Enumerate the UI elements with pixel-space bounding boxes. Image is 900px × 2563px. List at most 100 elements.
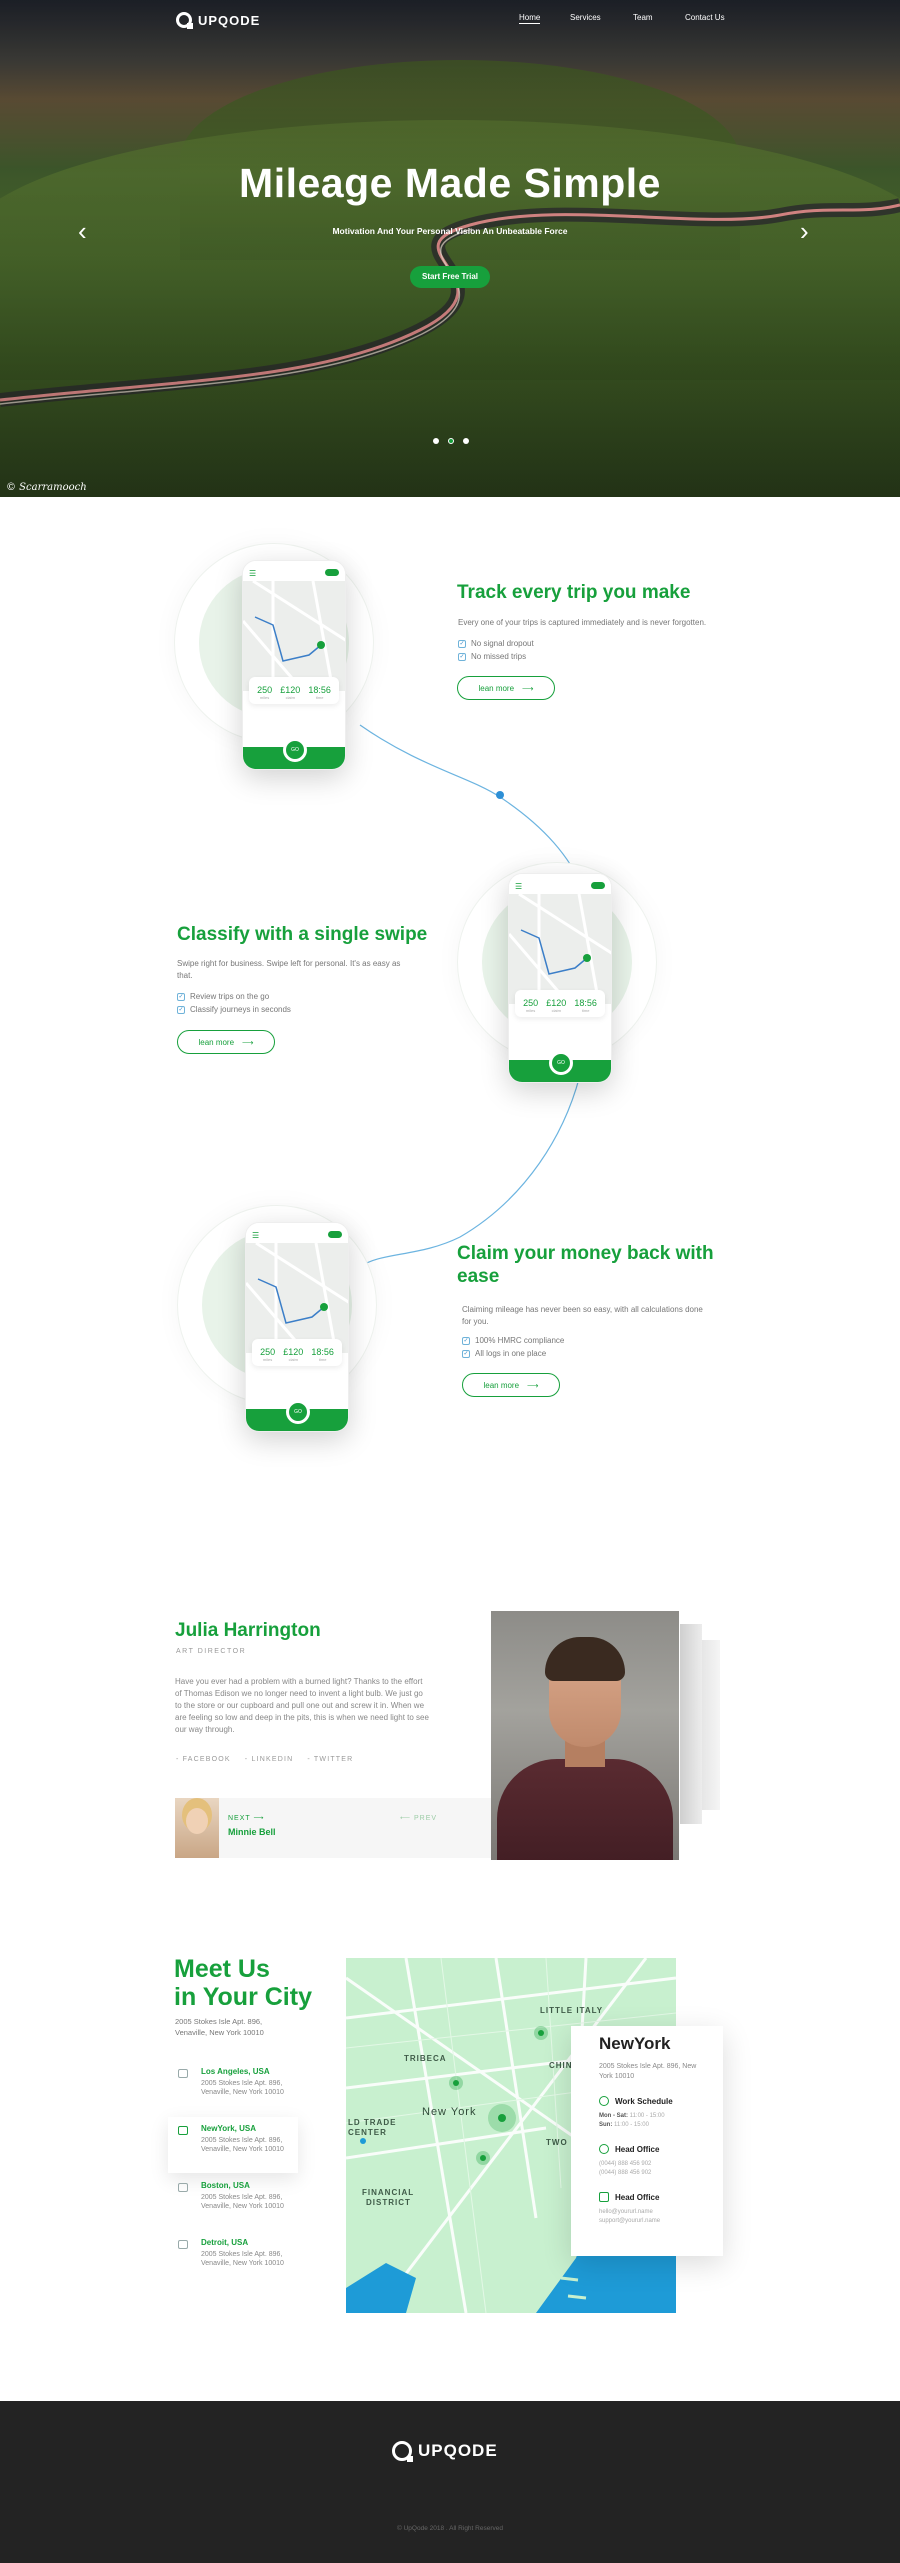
- nav-contact-us[interactable]: Contact Us: [685, 13, 745, 22]
- learn-more-button[interactable]: lean more ⟶: [177, 1030, 275, 1054]
- check-icon: ✓: [177, 1005, 185, 1014]
- feature-bullets: ✓ 100% HMRC compliance ✓ All logs in one p…: [462, 1334, 564, 1360]
- city-item-newyork[interactable]: NewYork, USA 2005 Stokes Isle Apt. 896, …: [168, 2117, 298, 2173]
- city-item-los-angeles[interactable]: Los Angeles, USA 2005 Stokes Isle Apt. 8…: [168, 2060, 298, 2108]
- map-pin[interactable]: [453, 2080, 459, 2086]
- team-pager: NEXT ⟶ Minnie Bell ⟵ PREV: [175, 1798, 491, 1858]
- map-label: TWO: [546, 2138, 568, 2147]
- phone-map: [246, 1243, 348, 1353]
- mail-icon: [599, 2192, 609, 2202]
- slider-dot[interactable]: [463, 438, 469, 444]
- city-address: 2005 Stokes Isle Apt. 896, Venaville, Ne…: [201, 2080, 284, 2097]
- header-logo[interactable]: UPQODE: [176, 12, 261, 29]
- photo-decoration: [680, 1624, 702, 1824]
- arrow-right-icon: ⟶: [242, 1037, 254, 1047]
- logo-icon: [176, 12, 193, 29]
- map-label: TRIBECA: [404, 2054, 447, 2063]
- learn-more-button[interactable]: lean more ⟶: [457, 676, 555, 700]
- team-member-role: ART DIRECTOR: [176, 1648, 247, 1655]
- slider-dot[interactable]: [433, 438, 439, 444]
- facebook-link[interactable]: - FACEBOOK: [176, 1756, 231, 1763]
- office-city: NewYork: [599, 2034, 671, 2053]
- next-button[interactable]: NEXT ⟶: [228, 1814, 265, 1822]
- phone-stats: 250 miles £120 claim 18:56 time: [249, 677, 339, 704]
- bullet-item: ✓ All logs in one place: [462, 1349, 547, 1358]
- toggle-icon: [325, 569, 339, 576]
- footer: UPQODE © UpQode 2018 . All Right Reserve…: [0, 2401, 900, 2563]
- map-pin[interactable]: [480, 2155, 486, 2161]
- map-label: DISTRICT: [366, 2198, 411, 2207]
- twitter-link[interactable]: - TWITTER: [307, 1756, 353, 1763]
- menu-icon: ☰: [515, 882, 523, 891]
- phone-go-button: GO: [549, 1051, 573, 1075]
- feature-desc: Every one of your trips is captured imme…: [458, 618, 707, 627]
- copyright: © UpQode 2018 . All Right Reserved: [397, 2525, 503, 2532]
- toggle-icon: [328, 1231, 342, 1238]
- city-name: Detroit, USA: [201, 2238, 249, 2247]
- menu-icon: ☰: [249, 569, 257, 578]
- bullet-item: ✓ Classify journeys in seconds: [177, 1005, 291, 1014]
- hero-overlay: [0, 0, 900, 497]
- team-member-name: Julia Harrington: [175, 1620, 321, 1641]
- schedule-line: Sun: 11:00 - 15:00: [599, 2122, 649, 2128]
- prev-button[interactable]: ⟵ PREV: [400, 1814, 437, 1822]
- team-member-photo: [491, 1611, 679, 1860]
- next-member-avatar[interactable]: [175, 1798, 219, 1858]
- map-pin[interactable]: [498, 2114, 506, 2122]
- office-icon: [178, 2126, 188, 2135]
- nav-team[interactable]: Team: [633, 13, 653, 22]
- phone-mockup: ☰ 250 miles £120 claim 18:56 time GO: [242, 560, 346, 770]
- clock-icon: [599, 2096, 609, 2106]
- start-free-trial-button[interactable]: Start Free Trial: [410, 266, 490, 288]
- city-name: Los Angeles, USA: [201, 2067, 270, 2076]
- feature-title: Classify with a single swipe: [177, 924, 428, 945]
- email-link[interactable]: hello@yoururl.name: [599, 2208, 653, 2217]
- schedule-title: Work Schedule: [615, 2097, 673, 2106]
- arrow-left-icon: ⟵: [400, 1815, 412, 1822]
- next-member-name[interactable]: Minnie Bell: [228, 1827, 276, 1837]
- phone-number[interactable]: (0044) 888 456 902: [599, 2169, 651, 2178]
- phone-number[interactable]: (0044) 888 456 902: [599, 2160, 651, 2169]
- hero-title: Mileage Made Simple: [239, 160, 661, 206]
- linkedin-link[interactable]: - LINKEDIN: [245, 1756, 294, 1763]
- map-label: New York: [422, 2106, 477, 2118]
- photo-decoration: [700, 1640, 720, 1810]
- nav-services[interactable]: Services: [570, 13, 601, 22]
- team-member-bio: Have you ever had a problem with a burne…: [175, 1677, 429, 1734]
- logo-text: UPQODE: [198, 12, 261, 28]
- menu-icon: ☰: [252, 1231, 260, 1240]
- city-name: NewYork, USA: [201, 2124, 256, 2133]
- learn-more-button[interactable]: lean more ⟶: [462, 1373, 560, 1397]
- feature-bullets: ✓ No signal dropout ✓ No missed trips: [458, 637, 534, 663]
- slider-dot-active[interactable]: [448, 438, 454, 444]
- bullet-item: ✓ No signal dropout: [458, 639, 534, 648]
- check-icon: ✓: [458, 652, 466, 661]
- phone-mockup: ☰ 250 miles £120 claim 18:56 time GO: [508, 873, 612, 1083]
- phone-mockup: ☰ 250 miles £120 claim 18:56 time GO: [245, 1222, 349, 1432]
- footer-logo[interactable]: UPQODE: [392, 2441, 498, 2462]
- office-address: 2005 Stokes Isle Apt. 896, New York 1001…: [599, 2063, 697, 2080]
- map-label: LITTLE ITALY: [540, 2006, 604, 2015]
- bullet-item: ✓ 100% HMRC compliance: [462, 1336, 565, 1345]
- check-icon: ✓: [177, 992, 185, 1001]
- office-icon: [178, 2183, 188, 2192]
- check-icon: ✓: [462, 1349, 470, 1358]
- mail-title: Head Office: [615, 2193, 660, 2202]
- nav-home[interactable]: Home: [519, 13, 541, 24]
- phone-go-button: GO: [283, 738, 307, 762]
- map-label: CHIN: [549, 2061, 573, 2070]
- email-link[interactable]: support@yoururl.name: [599, 2217, 660, 2226]
- contact-address: 2005 Stokes Isle Apt. 896, Venaville, Ne…: [175, 2017, 264, 2037]
- map-label: FINANCIAL: [362, 2188, 415, 2197]
- phone-stats: 250 miles £120 claim 18:56 time: [515, 990, 605, 1017]
- city-item-detroit[interactable]: Detroit, USA 2005 Stokes Isle Apt. 896, …: [168, 2231, 298, 2279]
- feature-desc: Claiming mileage has never been so easy,…: [462, 1305, 703, 1326]
- map-pin[interactable]: [538, 2030, 544, 2036]
- check-icon: ✓: [458, 639, 466, 648]
- city-item-boston[interactable]: Boston, USA 2005 Stokes Isle Apt. 896, V…: [168, 2174, 298, 2222]
- city-address: 2005 Stokes Isle Apt. 896, Venaville, Ne…: [201, 2137, 284, 2154]
- schedule-line: Mon - Sat: 11:00 - 15:00: [599, 2113, 665, 2119]
- slider-dots: [433, 438, 469, 444]
- office-icon: [178, 2240, 188, 2249]
- phone-title: Head Office: [615, 2145, 660, 2154]
